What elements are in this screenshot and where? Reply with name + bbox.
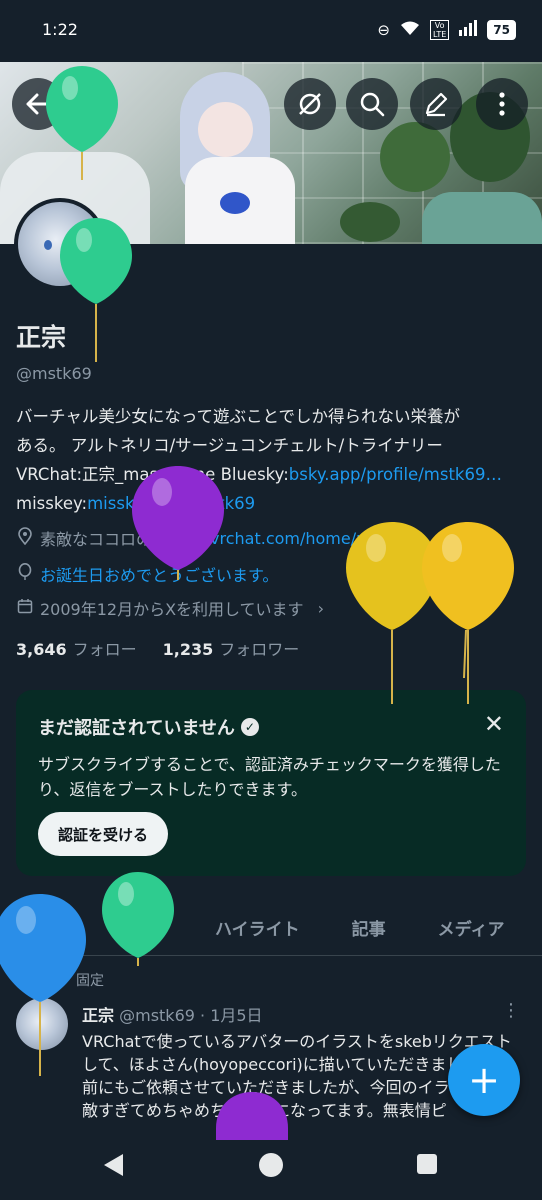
tab-replies[interactable]: 返信 (103, 900, 189, 955)
pinned-label: 固定 (76, 973, 104, 989)
dnd-icon: ⊖ (377, 21, 390, 39)
grok-icon (299, 93, 321, 115)
search-button[interactable] (346, 78, 398, 130)
location-text: 素敵なココロの旅 (40, 530, 169, 549)
profile-handle: @mstk69 (16, 364, 92, 383)
following-label: フォロー (72, 640, 137, 659)
pinned-indicator: 固定 (47, 970, 104, 990)
banner-plant (340, 202, 400, 242)
arrow-left-icon (26, 93, 51, 115)
verification-title: まだ認証されていません ✓ (38, 714, 259, 740)
profile-tabs: ポスト 返信 ハイライト 記事 メディア (0, 900, 542, 956)
get-verified-button[interactable]: 認証を受ける (38, 812, 169, 856)
system-nav-bar (0, 1140, 542, 1200)
bio-text: VRChat:正宗_masamune Bluesky: (16, 465, 289, 484)
bio-line: ある。 アルトネリコ/サージュコンチェルト/トライナリー (16, 436, 443, 455)
battery-icon: 75 (487, 20, 516, 40)
post-author-name[interactable]: 正宗 (82, 1006, 114, 1025)
profile-avatar[interactable] (14, 198, 106, 290)
profile-meta-birthday-row: お誕生日おめでとうございます。 (16, 562, 278, 586)
balloon-decoration (422, 522, 514, 704)
tab-highlights[interactable]: ハイライト (189, 900, 326, 955)
status-icons: ⊖ Vo LTE 75 (377, 20, 516, 40)
tab-posts[interactable]: ポスト (0, 900, 103, 955)
tab-media[interactable]: メディア (412, 900, 531, 955)
profile-meta-location-row: 素敵なココロの旅 vrchat.com/home/user/u… (16, 526, 423, 550)
pin-icon (47, 970, 61, 990)
verification-prompt-card: まだ認証されていません ✓ ✕ サブスクライブすることで、認証済みチェックマーク… (16, 690, 526, 876)
more-vertical-icon (499, 92, 505, 116)
bio-line: バーチャル美少女になって遊ぶことでしか得られない栄養が (16, 407, 461, 426)
profile-bio: バーチャル美少女になって遊ぶことでしか得られない栄養が ある。 アルトネリコ/サ… (16, 402, 526, 518)
profile-name: 正宗 (16, 323, 67, 352)
edit-icon (425, 92, 448, 117)
location-icon (16, 527, 34, 549)
balloon-icon (16, 563, 34, 585)
compose-post-button[interactable]: + (448, 1044, 520, 1116)
bio-line: VRChat:正宗_masamune Bluesky:bsky.app/prof… (16, 460, 526, 489)
bluesky-link[interactable]: bsky.app/profile/mstk69… (289, 465, 502, 484)
chevron-right-icon: › (317, 598, 324, 618)
followers-label: フォロワー (219, 640, 300, 659)
following-count: 3,646 (16, 640, 67, 659)
misskey-link[interactable]: misskey.io/@mstk69 (87, 494, 255, 513)
close-icon[interactable]: ✕ (484, 710, 504, 738)
post-header: 正宗 @mstk69 · 1月5日 (82, 1002, 263, 1026)
grok-button[interactable] (284, 78, 336, 130)
bio-line: misskey:misskey.io/@mstk69 (16, 489, 526, 518)
verification-description: サブスクライブすることで、認証済みチェックマークを獲得したり、返信をブーストした… (38, 755, 501, 799)
verified-badge-icon: ✓ (240, 718, 259, 736)
signal-icon (459, 20, 478, 40)
post-meta: @mstk69 · 1月5日 (119, 1006, 263, 1025)
edit-button[interactable] (410, 78, 462, 130)
profile-meta-joined-row[interactable]: 2009年12月からXを利用しています › (16, 596, 324, 620)
back-button[interactable] (12, 78, 64, 130)
joined-text: 2009年12月からXを利用しています (40, 600, 304, 619)
website-link[interactable]: vrchat.com/home/user/u… (210, 529, 423, 548)
followers-count: 1,235 (162, 640, 214, 659)
followers-stat[interactable]: 1,235 フォロワー (163, 636, 300, 660)
birthday-text: お誕生日おめでとうございます。 (40, 566, 279, 585)
search-icon (360, 92, 385, 117)
verification-title-text: まだ認証されていません (38, 718, 235, 739)
tab-articles[interactable]: 記事 (326, 900, 412, 955)
volte-icon: Vo LTE (430, 20, 450, 40)
wifi-icon (400, 20, 420, 40)
follow-stats: 3,646 フォロー 1,235 フォロワー (16, 636, 299, 660)
post-author-avatar[interactable] (16, 998, 68, 1050)
post-more-icon[interactable]: ⋮ (502, 1000, 520, 1021)
status-time: 1:22 (42, 20, 78, 39)
bio-text: misskey: (16, 494, 88, 513)
nav-home-icon[interactable] (259, 1153, 283, 1177)
banner-plant (380, 122, 450, 192)
link-icon (186, 528, 204, 548)
more-button[interactable] (476, 78, 528, 130)
nav-back-icon[interactable] (104, 1154, 123, 1176)
calendar-icon (16, 598, 34, 618)
nav-recents-icon[interactable] (417, 1154, 437, 1174)
banner-sofa (422, 192, 542, 244)
following-stat[interactable]: 3,646 フォロー (16, 636, 137, 660)
status-bar: 1:22 ⊖ Vo LTE 75 (0, 0, 542, 62)
